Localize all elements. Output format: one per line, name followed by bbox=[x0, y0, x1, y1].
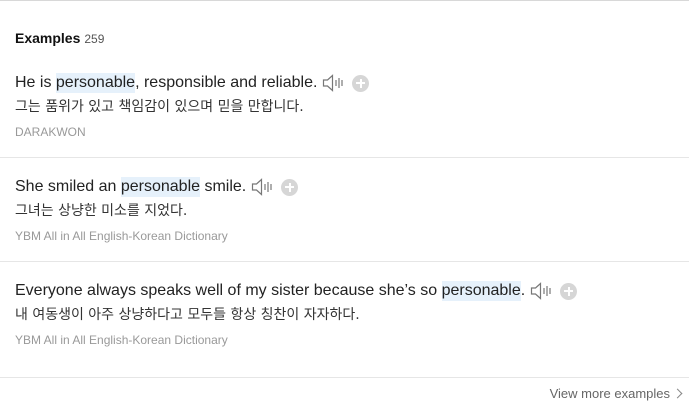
speaker-icon[interactable] bbox=[322, 74, 346, 92]
sentence-text-before: He is bbox=[15, 74, 56, 91]
add-to-wordbook-plus-icon[interactable] bbox=[352, 74, 370, 92]
footer-divider bbox=[0, 377, 689, 378]
highlighted-term[interactable]: personable bbox=[120, 177, 201, 197]
sentence-text-after: smile. bbox=[200, 178, 247, 195]
example-source: DARAKWON bbox=[15, 125, 86, 139]
sentence-text-after: . bbox=[520, 282, 526, 299]
examples-count: 259 bbox=[84, 32, 105, 46]
highlighted-term[interactable]: personable bbox=[55, 73, 136, 93]
chevron-right-icon bbox=[672, 388, 683, 399]
examples-header: Examples 259 bbox=[15, 30, 104, 46]
sentence-text-after: , responsible and reliable. bbox=[135, 74, 318, 91]
example-translation: 그는 품위가 있고 책임감이 있으며 믿을 만합니다. bbox=[15, 99, 304, 115]
sentence-text-before: She smiled an bbox=[15, 178, 121, 195]
example-sentence: Everyone always speaks well of my sister… bbox=[15, 281, 689, 301]
example-source: YBM All in All English-Korean Dictionary bbox=[15, 333, 228, 347]
example-sentence: She smiled an personable smile. bbox=[15, 177, 689, 197]
example-translation: 내 여동생이 아주 상냥하다고 모두들 항상 칭찬이 자자하다. bbox=[15, 307, 360, 323]
example-translation: 그녀는 상냥한 미소를 지었다. bbox=[15, 203, 188, 219]
top-divider bbox=[0, 0, 689, 1]
add-to-wordbook-plus-icon[interactable] bbox=[560, 282, 578, 300]
highlighted-term[interactable]: personable bbox=[441, 281, 521, 301]
add-to-wordbook-plus-icon[interactable] bbox=[281, 178, 299, 196]
sentence-text-before: Everyone always speaks well of my sister… bbox=[15, 282, 442, 299]
example-item: He is personable, responsible and reliab… bbox=[0, 73, 689, 158]
example-source: YBM All in All English-Korean Dictionary bbox=[15, 229, 228, 243]
example-item: She smiled an personable smile. 그녀는 상냥한 … bbox=[0, 177, 689, 262]
examples-title: Examples bbox=[15, 30, 81, 46]
view-more-examples-link[interactable]: View more examples bbox=[549, 386, 683, 401]
speaker-icon[interactable] bbox=[530, 282, 554, 300]
example-item: Everyone always speaks well of my sister… bbox=[0, 281, 689, 366]
example-sentence: He is personable, responsible and reliab… bbox=[15, 73, 689, 93]
view-more-label: View more examples bbox=[549, 386, 670, 401]
speaker-icon[interactable] bbox=[251, 178, 275, 196]
